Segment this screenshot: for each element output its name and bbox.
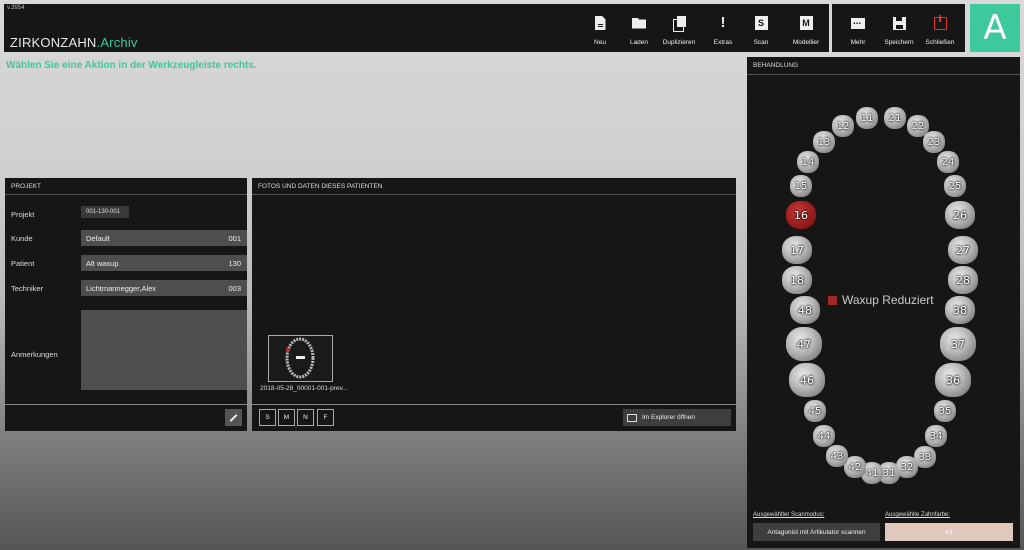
scan-thumbnail[interactable] <box>268 335 333 382</box>
load-button[interactable]: Laden <box>623 4 655 52</box>
duplicate-icon <box>672 16 686 32</box>
technician-field[interactable]: Lichtmannegger,Alex 003 <box>81 280 247 296</box>
tooth-12[interactable]: 12 <box>832 115 854 137</box>
legend-swatch <box>828 295 837 305</box>
tooth-color-label: Ausgewählte Zahnfarbe: <box>885 512 951 518</box>
tooth-16[interactable]: 16 <box>786 201 816 229</box>
project-label: Projekt <box>11 210 35 219</box>
photos-panel: FOTOS UND DATEN DIESES PATIENTEN <box>252 178 736 431</box>
tooth-15[interactable]: 15 <box>790 175 812 197</box>
app-logo: ZIRKONZAHN.Archiv <box>10 35 138 50</box>
filter-n-button[interactable]: N <box>297 409 314 426</box>
tooth-26[interactable]: 26 <box>945 201 975 229</box>
tooth-14[interactable]: 14 <box>797 151 819 173</box>
tooth-48[interactable]: 48 <box>790 296 820 324</box>
treatment-legend: Waxup Reduziert <box>828 293 934 307</box>
folder-icon <box>627 413 637 422</box>
photos-divider <box>252 404 736 405</box>
patient-field[interactable]: Alt waxup 130 <box>81 255 247 271</box>
folder-icon <box>632 17 646 29</box>
tooth-18[interactable]: 18 <box>782 266 812 294</box>
technician-label: Techniker <box>11 284 44 293</box>
open-in-explorer-button[interactable]: Im Explorer öffnen <box>623 409 731 426</box>
edit-button[interactable] <box>225 409 242 426</box>
tooth-24[interactable]: 24 <box>937 151 959 173</box>
filter-m-button[interactable]: M <box>278 409 295 426</box>
more-button[interactable]: Mehr <box>847 4 869 52</box>
tooth-25[interactable]: 25 <box>944 175 966 197</box>
tooth-36[interactable]: 36 <box>935 363 971 397</box>
treatment-panel-title: BEHANDLUNG <box>747 57 1020 75</box>
project-divider <box>5 404 247 405</box>
tooth-43[interactable]: 43 <box>826 445 848 467</box>
tooth-44[interactable]: 44 <box>813 425 835 447</box>
scanmode-label: Ausgewählter Scanmodus: <box>753 512 825 518</box>
new-document-icon <box>594 16 606 30</box>
save-button[interactable]: Speichern <box>883 4 915 52</box>
project-number: 001-130-001 <box>81 206 129 218</box>
save-icon <box>892 16 906 30</box>
new-button[interactable]: Neu <box>586 4 614 52</box>
archive-module-tile[interactable]: A <box>970 4 1020 52</box>
version-label: v.3954 <box>7 5 25 11</box>
tooth-35[interactable]: 35 <box>934 400 956 422</box>
tooth-46[interactable]: 46 <box>789 363 825 397</box>
duplicate-button[interactable]: Duplizieren <box>658 4 700 52</box>
customer-label: Kunde <box>11 234 33 243</box>
close-power-icon <box>933 14 947 30</box>
tooth-38[interactable]: 38 <box>945 296 975 324</box>
tooth-21[interactable]: 21 <box>884 107 906 129</box>
notes-textarea[interactable] <box>81 310 247 390</box>
patient-label: Patient <box>11 259 35 268</box>
action-hint: Wählen Sie eine Aktion in der Werkzeugle… <box>6 60 257 71</box>
exclamation-icon: ! <box>720 14 726 31</box>
notes-label: Anmerkungen <box>11 350 58 359</box>
more-icon <box>851 16 865 29</box>
modellier-button[interactable]: M Modellier <box>786 4 826 52</box>
tooth-45[interactable]: 45 <box>804 400 826 422</box>
customer-field[interactable]: Default 001 <box>81 230 247 246</box>
scan-button[interactable]: S Scan <box>747 4 775 52</box>
tooth-13[interactable]: 13 <box>813 131 835 153</box>
project-panel-title: PROJEKT <box>5 178 247 195</box>
tooth-17[interactable]: 17 <box>782 236 812 264</box>
pencil-icon <box>229 413 238 422</box>
filter-s-button[interactable]: S <box>259 409 276 426</box>
tooth-47[interactable]: 47 <box>786 327 822 361</box>
photos-panel-title: FOTOS UND DATEN DIESES PATIENTEN <box>252 178 736 195</box>
scanmode-select[interactable]: Antagonist mit Artikulator scannen <box>753 523 880 541</box>
project-panel: PROJEKT Projekt 001-130-001 Kunde Defaul… <box>5 178 247 431</box>
tooth-37[interactable]: 37 <box>940 327 976 361</box>
tooth-28[interactable]: 28 <box>948 266 978 294</box>
model-m-icon: M <box>799 16 813 30</box>
tooth-27[interactable]: 27 <box>948 236 978 264</box>
close-button[interactable]: Schließen <box>923 4 957 52</box>
dental-arch-preview-icon <box>285 337 315 379</box>
tooth-23[interactable]: 23 <box>923 131 945 153</box>
main-toolbar: v.3954 ZIRKONZAHN.Archiv Neu Laden Dupli… <box>4 4 829 52</box>
tooth-34[interactable]: 34 <box>925 425 947 447</box>
scan-s-icon: S <box>754 16 768 30</box>
secondary-toolbar: Mehr Speichern Schließen <box>832 4 965 52</box>
tooth-11[interactable]: 11 <box>856 107 878 129</box>
tooth-color-select[interactable]: A1 <box>885 523 1013 541</box>
thumbnail-filename: 2018-05-28_00001-001-prev... <box>260 385 348 392</box>
tooth-33[interactable]: 33 <box>914 446 936 468</box>
extras-button[interactable]: ! Extras <box>709 4 737 52</box>
filter-f-button[interactable]: F <box>317 409 334 426</box>
